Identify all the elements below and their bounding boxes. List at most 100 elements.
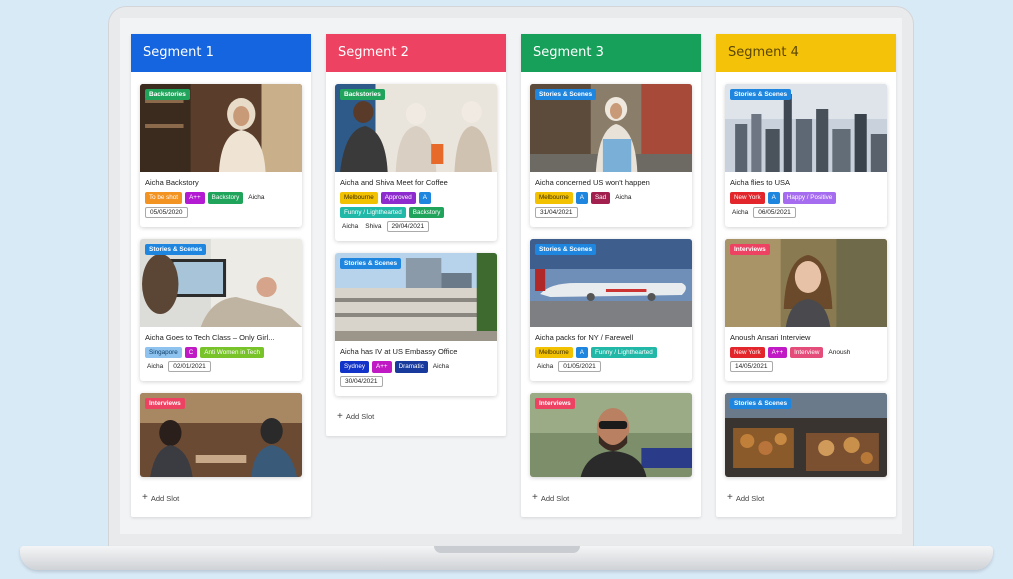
card-image: Interviews — [530, 393, 692, 478]
segment-column-2: Segment 2 Backstories Aicha and Shiva Me… — [326, 34, 506, 436]
slot-card[interactable]: Backstories Aicha and Shiva Meet for Cof… — [335, 84, 497, 242]
add-slot-button[interactable]: + Add Slot — [530, 489, 692, 509]
rating-tag: A++ — [767, 346, 788, 359]
slot-card[interactable]: Backstories Aicha Backstory To be shot A… — [140, 84, 302, 227]
date-badge: 29/04/2021 — [386, 221, 430, 233]
card-title: Anoush Ansari Interview — [730, 332, 811, 342]
category-tag: Interviews — [730, 243, 770, 255]
category-tag: Interviews — [145, 398, 185, 410]
type-tag: Backstory — [207, 192, 244, 204]
category-tag: Stories & Scenes — [730, 89, 792, 100]
slot-card[interactable]: Interviews — [530, 393, 692, 478]
location-tag: Melbourne — [535, 192, 573, 204]
add-slot-label: Add Slot — [345, 412, 375, 422]
person-label: Aicha — [248, 194, 265, 202]
card-image: Backstories — [140, 84, 302, 172]
add-slot-button[interactable]: + Add Slot — [140, 489, 302, 509]
rating-tag: A — [767, 192, 780, 204]
segment-column-4: Segment 4 Stories & Scenes Aicha flies t… — [716, 34, 896, 518]
rating-tag: A++ — [372, 361, 392, 373]
segment-column-1: Segment 1 Backstories Aicha Backstory To… — [131, 34, 311, 518]
location-tag: New York — [730, 346, 765, 359]
card-image: Interviews — [140, 393, 302, 478]
location-tag: Melbourne — [340, 192, 378, 204]
rating-tag: A — [418, 192, 431, 204]
card-image: Stories & Scenes — [530, 84, 692, 172]
theme-tag: Funny / Lighthearted — [340, 206, 406, 219]
rating-tag: A++ — [185, 192, 205, 204]
plus-icon: + — [727, 492, 733, 504]
slot-card[interactable]: Interviews Anoush Ansari Interview New Y… — [725, 238, 887, 382]
card-image: Stories & Scenes — [530, 238, 692, 327]
slot-card[interactable]: Stories & Scenes Aicha concerned US won'… — [530, 84, 692, 227]
status-tag: Approved — [380, 192, 416, 204]
date-badge: 02/01/2021 — [168, 361, 211, 373]
category-tag: Stories & Scenes — [730, 398, 792, 410]
slot-card[interactable]: Stories & Scenes Aicha flies to USA New … — [725, 84, 887, 227]
add-slot-button[interactable]: + Add Slot — [335, 408, 497, 428]
card-title: Aicha Backstory — [145, 178, 199, 187]
card-image: Interviews — [725, 238, 887, 327]
segment-header: Segment 4 — [716, 34, 896, 72]
type-tag: Backstory — [408, 206, 445, 219]
category-tag: Backstories — [340, 89, 385, 100]
rating-tag: C — [184, 346, 198, 359]
card-image: Stories & Scenes — [335, 253, 497, 342]
slot-card[interactable]: Stories & Scenes Aicha Goes to Tech Clas… — [140, 238, 302, 382]
date-badge: 31/04/2021 — [535, 206, 578, 218]
category-tag: Stories & Scenes — [340, 258, 402, 270]
rating-tag: A — [575, 346, 588, 359]
person-label: Aicha — [147, 363, 164, 371]
type-tag: Interview — [790, 346, 824, 359]
plus-icon: + — [142, 492, 148, 504]
card-image: Backstories — [335, 84, 497, 172]
slot-card[interactable]: Interviews — [140, 393, 302, 478]
card-title: Aicha flies to USA — [730, 178, 791, 187]
category-tag: Stories & Scenes — [145, 243, 207, 255]
card-title: Aicha Goes to Tech Class – Only Girl... — [145, 332, 275, 342]
slot-card[interactable]: Stories & Scenes — [725, 393, 887, 478]
card-image: Stories & Scenes — [140, 238, 302, 327]
add-slot-label: Add Slot — [735, 493, 765, 503]
person-label: Shiva — [365, 223, 382, 231]
person-label: Anoush — [828, 348, 851, 356]
date-badge: 14/05/2021 — [730, 361, 773, 373]
card-title: Aicha and Shiva Meet for Coffee — [340, 178, 448, 187]
laptop-notch — [434, 546, 580, 553]
theme-tag: Anti Women in Tech — [200, 346, 265, 359]
category-tag: Backstories — [145, 89, 190, 100]
segment-header: Segment 3 — [521, 34, 701, 72]
card-image: Stories & Scenes — [725, 393, 887, 478]
card-title: Aicha has IV at US Embassy Office — [340, 347, 458, 357]
date-badge: 01/05/2021 — [558, 361, 601, 373]
slot-card[interactable]: Stories & Scenes Aicha packs for NY / Fa… — [530, 238, 692, 382]
plus-icon: + — [532, 492, 538, 504]
card-title: Aicha packs for NY / Farewell — [535, 332, 634, 342]
person-label: Aicha — [615, 194, 632, 202]
rating-tag: A — [575, 192, 588, 204]
person-label: Aicha — [342, 223, 359, 231]
theme-tag: Sad — [590, 192, 611, 204]
date-badge: 06/05/2021 — [753, 206, 796, 218]
theme-tag: Dramatic — [394, 361, 428, 373]
add-slot-label: Add Slot — [540, 493, 570, 503]
card-title: Aicha concerned US won't happen — [535, 178, 650, 187]
segment-header: Segment 2 — [326, 34, 506, 72]
plus-icon: + — [337, 410, 343, 422]
add-slot-label: Add Slot — [150, 493, 180, 503]
segment-header: Segment 1 — [131, 34, 311, 72]
theme-tag: Funny / Lighthearted — [590, 346, 657, 359]
category-tag: Stories & Scenes — [535, 89, 597, 100]
status-tag: To be shot — [145, 192, 183, 204]
location-tag: Sydney — [340, 361, 370, 373]
location-tag: Singapore — [145, 346, 182, 359]
card-image: Stories & Scenes — [725, 84, 887, 172]
category-tag: Stories & Scenes — [535, 243, 597, 255]
person-label: Aicha — [432, 363, 450, 371]
add-slot-button[interactable]: + Add Slot — [725, 489, 887, 509]
person-label: Aicha — [537, 363, 554, 371]
location-tag: Melbourne — [535, 346, 573, 359]
category-tag: Interviews — [535, 398, 575, 410]
date-badge: 05/05/2020 — [145, 206, 188, 218]
slot-card[interactable]: Stories & Scenes Aicha has IV at US Emba… — [335, 253, 497, 396]
